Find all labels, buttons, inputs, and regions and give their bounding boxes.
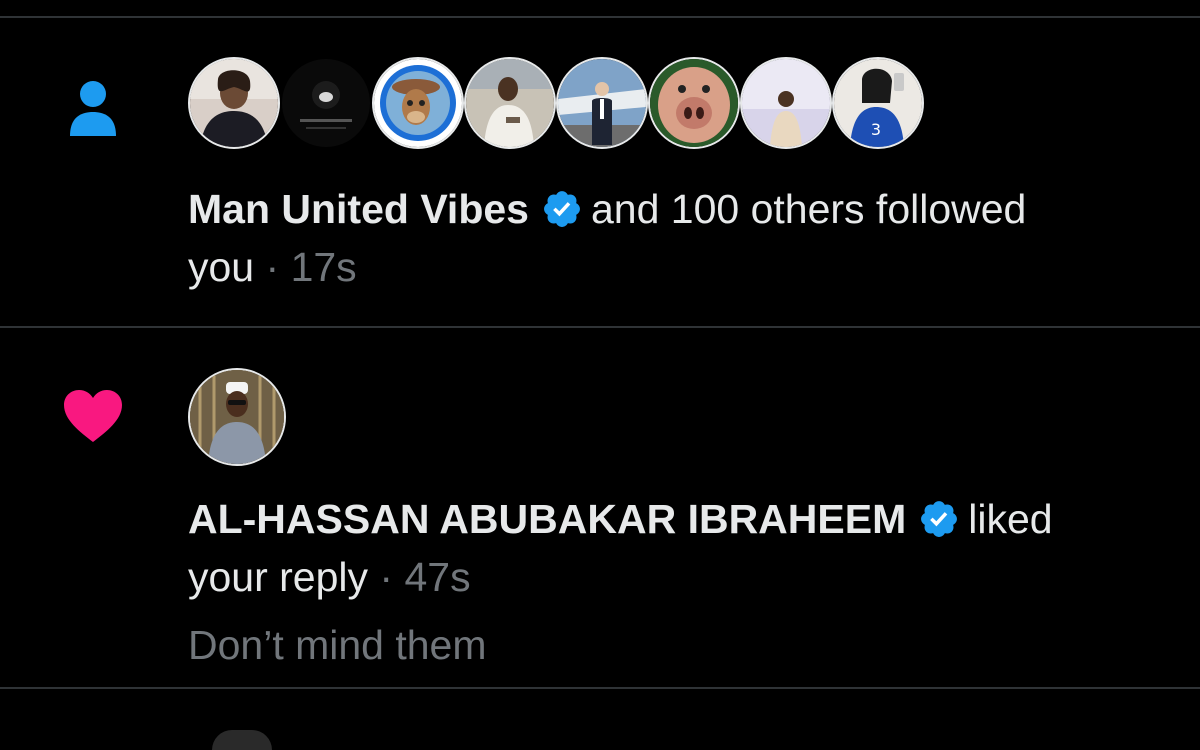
avatar[interactable] <box>648 57 740 149</box>
time-separator: · <box>379 554 394 600</box>
avatar[interactable] <box>372 57 464 149</box>
avatar[interactable] <box>464 57 556 149</box>
action-text: liked <box>968 496 1053 542</box>
time-separator: · <box>265 244 280 290</box>
avatar[interactable]: 3 <box>832 57 924 149</box>
svg-text:3: 3 <box>871 120 881 139</box>
follow-notification[interactable]: 3 Man United Vibes and 100 others followe… <box>0 18 1200 326</box>
action-text-2: your reply <box>188 554 369 600</box>
verified-badge-icon <box>544 191 580 227</box>
liker-avatars <box>188 368 286 466</box>
avatar[interactable] <box>188 57 280 149</box>
follow-text: Man United Vibes and 100 others followed … <box>188 180 1168 296</box>
avatar[interactable] <box>188 368 286 466</box>
follower-avatars: 3 <box>188 57 924 149</box>
avatar[interactable] <box>740 57 832 149</box>
actor-name[interactable]: AL-HASSAN ABUBAKAR IBRAHEEM <box>188 496 906 542</box>
action-text: and 100 others followed <box>590 186 1027 232</box>
next-notification-avatar <box>212 730 272 750</box>
timestamp: 17s <box>290 244 357 290</box>
verified-badge-icon <box>921 501 958 537</box>
like-text: AL-HASSAN ABUBAKAR IBRAHEEM liked your re… <box>188 490 1168 606</box>
like-notification[interactable]: AL-HASSAN ABUBAKAR IBRAHEEM liked your re… <box>0 328 1200 688</box>
reply-snippet[interactable]: Don’t mind them <box>188 616 487 674</box>
avatar[interactable] <box>280 57 372 149</box>
actor-name[interactable]: Man United Vibes <box>188 186 529 232</box>
heart-icon <box>62 388 124 449</box>
action-text-2: you <box>188 244 255 290</box>
avatar[interactable] <box>556 57 648 149</box>
person-icon <box>68 80 118 143</box>
timestamp: 47s <box>404 554 471 600</box>
divider <box>0 687 1200 689</box>
